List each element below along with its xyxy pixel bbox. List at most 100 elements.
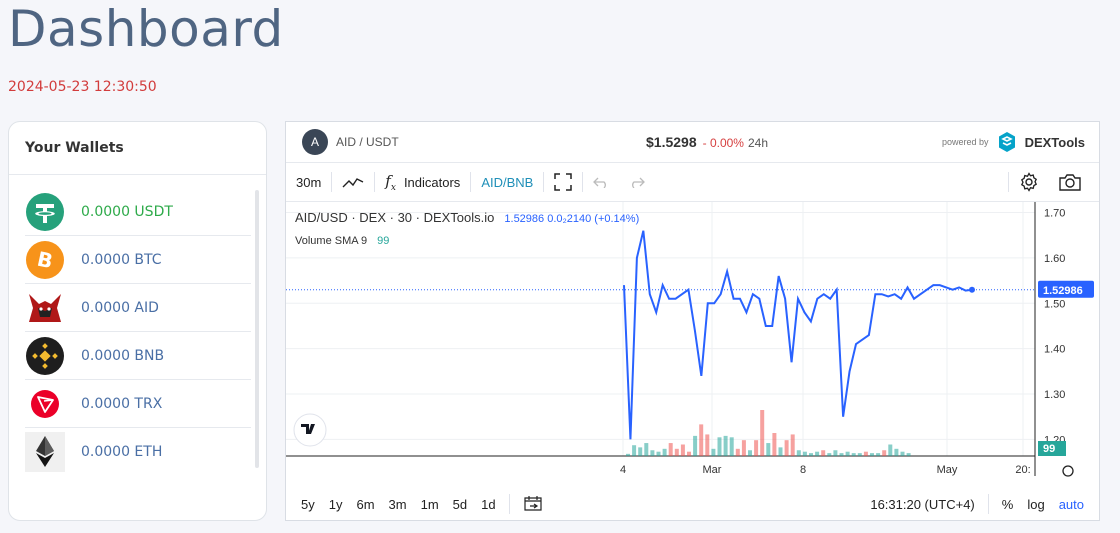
volume-bar	[821, 450, 826, 456]
price-change: - 0.00%	[702, 136, 744, 150]
camera-icon	[1059, 174, 1081, 191]
aid-icon	[25, 288, 65, 328]
wallet-row-bnb[interactable]: 0.0000 BNB	[25, 332, 251, 380]
goto-date-button[interactable]	[510, 495, 549, 514]
x-tick-label: May	[937, 464, 958, 476]
range-3m[interactable]: 3m	[382, 497, 414, 512]
axis-settings-icon[interactable]	[1062, 465, 1074, 477]
volume-bar	[754, 440, 759, 456]
wallet-list: 0.0000 USDT B 0.0000 BTC 0.0000 AID 0.00…	[25, 188, 260, 475]
volume-bar	[711, 448, 716, 456]
fullscreen-icon	[554, 173, 573, 191]
volume-bar	[693, 435, 698, 456]
wallet-row-btc[interactable]: B 0.0000 BTC	[25, 236, 251, 284]
volume-bar	[809, 453, 813, 456]
volume-bar	[784, 440, 789, 456]
y-tick-label: 1.40	[1044, 344, 1065, 356]
screenshot-button[interactable]	[1049, 163, 1091, 201]
wallet-scrollbar[interactable]	[255, 190, 259, 468]
auto-toggle[interactable]: auto	[1052, 497, 1091, 512]
y-tick-label: 1.50	[1044, 298, 1065, 310]
volume-bar	[741, 440, 746, 456]
price-period: 24h	[747, 136, 768, 150]
redo-button[interactable]	[619, 163, 655, 201]
timezone-clock[interactable]: 16:31:20 (UTC+4)	[863, 497, 981, 512]
volume-bar	[674, 448, 679, 456]
pair-label: AID / USDT	[336, 135, 399, 149]
price-chart[interactable]: 1.701.601.501.401.301.201.52986994 Mar 8 Ma…	[286, 202, 1099, 496]
fullscreen-button[interactable]	[544, 163, 582, 201]
undo-icon	[593, 177, 607, 188]
volume-bar	[705, 434, 710, 456]
volume-bar	[729, 437, 734, 456]
price-box: $1.5298 - 0.00% 24h	[646, 134, 768, 150]
volume-bar	[662, 448, 667, 456]
volume-bar	[656, 451, 661, 456]
bnb-icon	[25, 336, 65, 376]
wallet-amount-aid: 0.0000 AID	[81, 299, 159, 316]
volume-bar	[735, 448, 740, 456]
price-line	[623, 230, 973, 440]
volume-bar	[699, 424, 704, 456]
settings-button[interactable]	[1009, 163, 1049, 201]
wallet-row-trx[interactable]: 0.0000 TRX	[25, 380, 251, 428]
indicators-label: Indicators	[403, 174, 461, 190]
range-6m[interactable]: 6m	[349, 497, 381, 512]
powered-by[interactable]: powered by DEXTools	[942, 130, 1085, 154]
range-1m[interactable]: 1m	[414, 497, 446, 512]
volume-bar	[857, 453, 862, 456]
wallets-card: Your Wallets 0.0000 USDT B 0.0000 BTC 0.…	[8, 121, 267, 521]
volume-bar	[894, 448, 899, 456]
chart-header: A AID / USDT $1.5298 - 0.00% 24h powered b…	[286, 122, 1099, 163]
volume-bar	[888, 444, 893, 456]
volume-bar	[632, 445, 637, 456]
page-title: Dashboard	[8, 0, 284, 58]
volume-bar	[815, 451, 820, 456]
indicators-button[interactable]: fx Indicators	[375, 163, 470, 201]
x-tick-label: 8	[800, 464, 806, 476]
last-price-label: 1.52986	[1043, 285, 1083, 297]
log-toggle[interactable]: log	[1020, 497, 1051, 512]
volume-bar	[906, 453, 911, 456]
chart-widget: A AID / USDT $1.5298 - 0.00% 24h powered b…	[285, 121, 1100, 521]
compare-symbol-button[interactable]: AID/BNB	[471, 163, 543, 201]
wallet-row-usdt[interactable]: 0.0000 USDT	[25, 188, 251, 236]
fx-icon: fx	[385, 171, 396, 193]
powered-by-label: powered by	[942, 137, 989, 147]
volume-bar	[760, 410, 765, 456]
goto-date-icon	[523, 495, 542, 511]
interval-button[interactable]: 30m	[286, 163, 331, 201]
x-tick-label: Mar	[703, 464, 722, 476]
wallet-amount-btc: 0.0000 BTC	[81, 251, 162, 268]
volume-bar	[772, 433, 777, 456]
chart-bottom-bar: 5y 1y 6m 3m 1m 5d 1d 16:31:20 (UTC+4) % …	[286, 488, 1099, 520]
legend-values: 1.52986 0.0₂2140 (+0.14%)	[504, 213, 640, 225]
volume-bar	[680, 444, 685, 456]
range-1y[interactable]: 1y	[322, 497, 350, 512]
chart-type-button[interactable]	[332, 163, 374, 201]
volume-bar	[766, 443, 771, 456]
eth-icon	[25, 431, 65, 472]
volume-bar	[778, 447, 783, 456]
volume-bar	[796, 450, 801, 456]
percent-toggle[interactable]: %	[995, 497, 1021, 512]
bottom-right: 16:31:20 (UTC+4) % log auto	[863, 488, 1091, 520]
x-tick-label: 20:	[1015, 464, 1030, 476]
wallet-row-aid[interactable]: 0.0000 AID	[25, 284, 251, 332]
wallet-amount-bnb: 0.0000 BNB	[81, 347, 165, 364]
legend-title: AID/USD · DEX · 30 · DEXTools.io	[295, 210, 495, 225]
line-chart-icon	[342, 178, 364, 188]
volume-bar	[687, 451, 691, 456]
wallets-header: Your Wallets	[9, 122, 266, 175]
range-5d[interactable]: 5d	[446, 497, 474, 512]
range-1d[interactable]: 1d	[474, 497, 502, 512]
undo-button[interactable]	[583, 163, 619, 201]
current-price: $1.5298	[646, 134, 697, 150]
last-price-dot	[969, 286, 975, 293]
volume-bar	[650, 450, 655, 456]
volume-bar	[851, 453, 856, 456]
token-avatar: A	[302, 129, 328, 155]
x-tick-label: 4	[620, 464, 626, 476]
range-5y[interactable]: 5y	[294, 497, 322, 512]
wallet-row-eth[interactable]: 0.0000 ETH	[25, 428, 251, 475]
